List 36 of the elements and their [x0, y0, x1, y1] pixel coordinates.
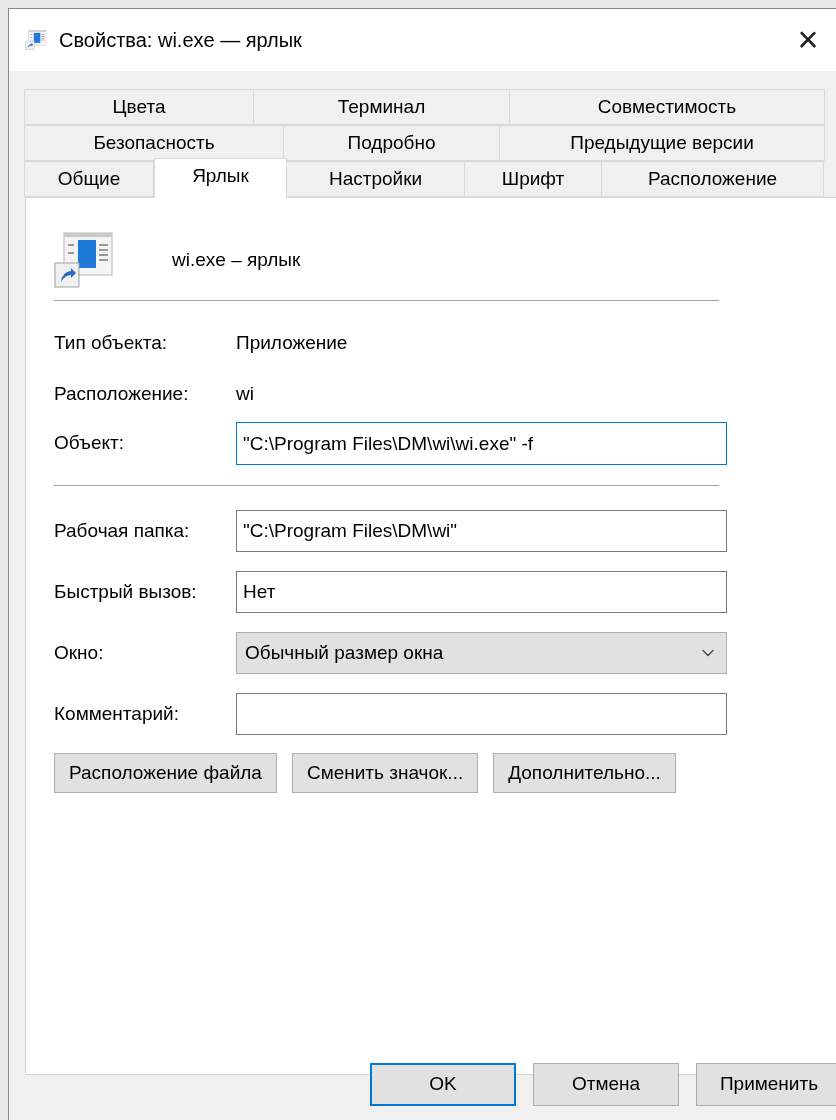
window-size-dropdown[interactable]: Обычный размер окна: [236, 632, 727, 674]
tab[interactable]: Предыдущие версии: [499, 125, 825, 161]
field-label: Расположение:: [54, 381, 190, 406]
window-title: Свойства: wi.exe — ярлык: [59, 28, 303, 53]
tab[interactable]: Терминал: [253, 89, 510, 125]
dialog-button[interactable]: OK: [370, 1063, 516, 1106]
shortcut-icon: [25, 30, 47, 50]
tab[interactable]: Расположение: [601, 161, 824, 197]
tab[interactable]: Настройки: [286, 161, 465, 197]
field-label: Тип объекта:: [54, 331, 169, 355]
tab[interactable]: Общие: [24, 161, 154, 197]
field-value: wi: [236, 381, 254, 406]
dialog-button[interactable]: Применить: [696, 1063, 836, 1106]
action-button[interactable]: Дополнительно...: [493, 753, 676, 793]
action-button[interactable]: Расположение файла: [54, 753, 277, 793]
field-label: Объект:: [54, 431, 125, 456]
tab[interactable]: Совместимость: [509, 89, 825, 125]
close-button[interactable]: ×: [788, 20, 828, 60]
tab[interactable]: Цвета: [24, 89, 254, 125]
shortcut-icon: [54, 232, 114, 288]
text-field[interactable]: Нет: [236, 571, 727, 613]
tab[interactable]: Ярлык: [154, 158, 287, 198]
field-label: Быстрый вызов:: [54, 579, 198, 604]
target-field[interactable]: "C:\Program Files\DM\wi\wi.exe" -f: [236, 422, 727, 465]
field-label: Рабочая папка:: [54, 518, 191, 543]
field-value: Приложение: [236, 331, 348, 355]
field-label: Комментарий:: [54, 701, 180, 726]
tab[interactable]: Безопасность: [24, 125, 284, 161]
shortcut-name: wi.exe – ярлык: [172, 247, 301, 272]
field-label: Окно:: [54, 640, 105, 665]
tab[interactable]: Шрифт: [464, 161, 602, 197]
text-field[interactable]: [236, 693, 727, 735]
text-field[interactable]: "C:\Program Files\DM\wi": [236, 510, 727, 552]
tab[interactable]: Подробно: [283, 125, 500, 161]
dialog-button[interactable]: Отмена: [533, 1063, 679, 1106]
action-button[interactable]: Сменить значок...: [291, 753, 479, 793]
